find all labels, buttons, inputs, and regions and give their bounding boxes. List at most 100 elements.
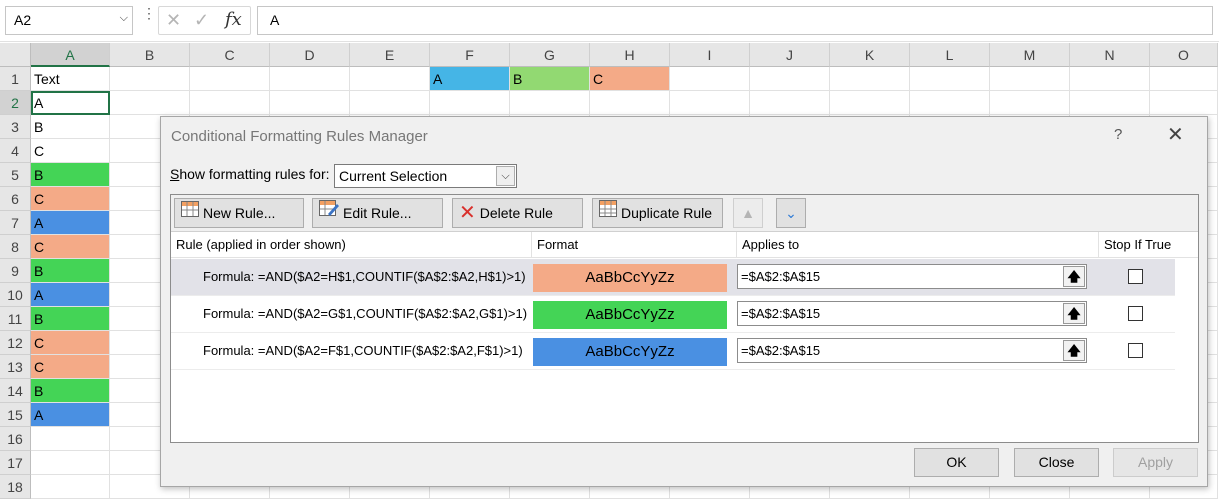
cell-c2[interactable] xyxy=(190,91,270,115)
column-header-i[interactable]: I xyxy=(670,43,750,67)
cell-a15[interactable]: A xyxy=(31,403,110,427)
column-header-n[interactable]: N xyxy=(1070,43,1150,67)
cell-m2[interactable] xyxy=(990,91,1070,115)
column-header-k[interactable]: K xyxy=(830,43,910,67)
cell-a4[interactable]: C xyxy=(31,139,110,163)
cell-j2[interactable] xyxy=(750,91,830,115)
cell-a5[interactable]: B xyxy=(31,163,110,187)
help-icon[interactable]: ? xyxy=(1114,126,1122,143)
row-header-8[interactable]: 8 xyxy=(0,235,31,259)
cell-f2[interactable] xyxy=(430,91,510,115)
column-header-l[interactable]: L xyxy=(910,43,990,67)
cancel-x-icon[interactable]: ✕ xyxy=(166,10,181,31)
rule-row[interactable]: Formula: =AND($A2=H$1,COUNTIF($A$2:$A2,H… xyxy=(171,259,1175,296)
cell-a3[interactable]: B xyxy=(31,115,110,139)
column-header-g[interactable]: G xyxy=(510,43,590,67)
row-header-11[interactable]: 11 xyxy=(0,307,31,331)
cell-o1[interactable] xyxy=(1150,67,1218,91)
cell-l2[interactable] xyxy=(910,91,990,115)
cell-c1[interactable] xyxy=(190,67,270,91)
row-header-4[interactable]: 4 xyxy=(0,139,31,163)
row-header-16[interactable]: 16 xyxy=(0,427,31,451)
stop-if-true-checkbox[interactable] xyxy=(1128,306,1143,321)
column-header-b[interactable]: B xyxy=(110,43,190,67)
row-header-5[interactable]: 5 xyxy=(0,163,31,187)
col-stop-if-true[interactable]: Stop If True xyxy=(1099,232,1175,258)
applies-to-input[interactable]: =$A$2:$A$15 🡅 xyxy=(737,301,1087,326)
row-header-12[interactable]: 12 xyxy=(0,331,31,355)
ok-button[interactable]: OK xyxy=(914,448,999,477)
cell-a17[interactable] xyxy=(31,451,110,475)
applies-to-input[interactable]: =$A$2:$A$15 🡅 xyxy=(737,338,1087,363)
fx-icon[interactable]: fx xyxy=(225,9,242,30)
column-header-d[interactable]: D xyxy=(270,43,350,67)
column-header-c[interactable]: C xyxy=(190,43,270,67)
collapse-range-icon[interactable]: 🡅 xyxy=(1063,266,1085,287)
chevron-down-icon[interactable]: ⌵ xyxy=(120,12,128,25)
cell-a13[interactable]: C xyxy=(31,355,110,379)
column-header-o[interactable]: O xyxy=(1150,43,1218,67)
cell-a1[interactable]: Text xyxy=(31,67,110,91)
cell-g2[interactable] xyxy=(510,91,590,115)
cell-e1[interactable] xyxy=(350,67,430,91)
move-up-button[interactable]: ▲ xyxy=(733,198,763,228)
checkmark-icon[interactable]: ✓ xyxy=(194,10,209,31)
cell-h2[interactable] xyxy=(590,91,670,115)
cell-d2[interactable] xyxy=(270,91,350,115)
row-header-1[interactable]: 1 xyxy=(0,67,31,91)
cell-o2[interactable] xyxy=(1150,91,1218,115)
rule-row[interactable]: Formula: =AND($A2=F$1,COUNTIF($A$2:$A2,F… xyxy=(171,333,1175,370)
row-header-3[interactable]: 3 xyxy=(0,115,31,139)
column-header-a[interactable]: A xyxy=(31,43,110,67)
rule-row[interactable]: Formula: =AND($A2=G$1,COUNTIF($A$2:$A2,G… xyxy=(171,296,1175,333)
cell-a18[interactable] xyxy=(31,475,110,499)
col-applies-to[interactable]: Applies to xyxy=(737,232,1099,258)
row-header-13[interactable]: 13 xyxy=(0,355,31,379)
column-header-f[interactable]: F xyxy=(430,43,510,67)
cell-m1[interactable] xyxy=(990,67,1070,91)
row-header-15[interactable]: 15 xyxy=(0,403,31,427)
cell-a6[interactable]: C xyxy=(31,187,110,211)
cell-a7[interactable]: A xyxy=(31,211,110,235)
duplicate-rule-button[interactable]: Duplicate Rule xyxy=(592,198,723,228)
column-header-e[interactable]: E xyxy=(350,43,430,67)
cell-a8[interactable]: C xyxy=(31,235,110,259)
row-header-18[interactable]: 18 xyxy=(0,475,31,499)
new-rule-button[interactable]: New Rule... xyxy=(174,198,304,228)
cell-a14[interactable]: B xyxy=(31,379,110,403)
name-box[interactable]: A2 ⌵ xyxy=(5,6,133,35)
cell-i2[interactable] xyxy=(670,91,750,115)
column-header-j[interactable]: J xyxy=(750,43,830,67)
cell-g1[interactable]: B xyxy=(510,67,590,91)
cell-a2[interactable]: A xyxy=(31,91,110,115)
cell-j1[interactable] xyxy=(750,67,830,91)
cell-l1[interactable] xyxy=(910,67,990,91)
row-header-9[interactable]: 9 xyxy=(0,259,31,283)
cell-b1[interactable] xyxy=(110,67,190,91)
move-down-button[interactable]: ⌄ xyxy=(776,198,806,228)
cell-a12[interactable]: C xyxy=(31,331,110,355)
cell-h1[interactable]: C xyxy=(590,67,670,91)
more-options-icon[interactable]: ⋮ xyxy=(142,6,156,20)
apply-button[interactable]: Apply xyxy=(1113,448,1198,477)
row-header-6[interactable]: 6 xyxy=(0,187,31,211)
edit-rule-button[interactable]: Edit Rule... xyxy=(312,198,443,228)
cell-n1[interactable] xyxy=(1070,67,1150,91)
row-header-17[interactable]: 17 xyxy=(0,451,31,475)
row-header-10[interactable]: 10 xyxy=(0,283,31,307)
row-header-2[interactable]: 2 xyxy=(0,91,31,115)
col-format[interactable]: Format xyxy=(532,232,737,258)
close-icon[interactable]: ✕ xyxy=(1167,122,1184,147)
cell-f1[interactable]: A xyxy=(430,67,510,91)
cell-k2[interactable] xyxy=(830,91,910,115)
stop-if-true-checkbox[interactable] xyxy=(1128,269,1143,284)
col-rule[interactable]: Rule (applied in order shown) xyxy=(171,232,532,258)
cell-a9[interactable]: B xyxy=(31,259,110,283)
collapse-range-icon[interactable]: 🡅 xyxy=(1063,303,1085,324)
cell-b2[interactable] xyxy=(110,91,190,115)
formula-input[interactable]: A xyxy=(257,6,1213,35)
row-header-7[interactable]: 7 xyxy=(0,211,31,235)
cell-k1[interactable] xyxy=(830,67,910,91)
delete-rule-button[interactable]: ✕ Delete Rule xyxy=(452,198,583,228)
cell-d1[interactable] xyxy=(270,67,350,91)
